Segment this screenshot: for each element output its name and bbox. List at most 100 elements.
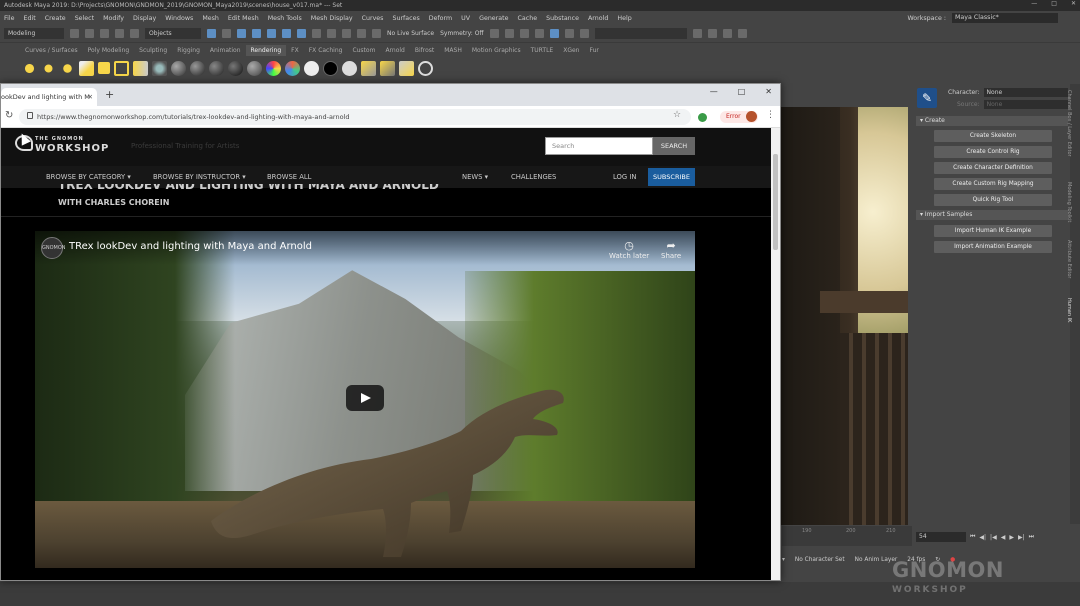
create-skeleton-button[interactable]: Create Skeleton xyxy=(934,130,1052,142)
site-search-input[interactable]: Search xyxy=(545,137,653,155)
anisotropic-material-icon[interactable] xyxy=(247,60,262,76)
menu-surfaces[interactable]: Surfaces xyxy=(392,15,419,22)
shelf-tab-poly-modeling[interactable]: Poly Modeling xyxy=(83,45,135,56)
nav-challenges[interactable]: CHALLENGES xyxy=(511,173,556,181)
range-start-field[interactable]: ▾ xyxy=(782,557,785,563)
command-field[interactable] xyxy=(594,28,687,39)
browser-minimize-icon[interactable]: — xyxy=(710,87,718,96)
lock-icon[interactable] xyxy=(27,112,33,119)
new-scene-icon[interactable] xyxy=(70,29,79,38)
site-search-button[interactable]: SEARCH xyxy=(653,137,695,155)
menu-edit-mesh[interactable]: Edit Mesh xyxy=(228,15,259,22)
shelf-tab-motion-graphics[interactable]: Motion Graphics xyxy=(467,45,526,56)
shelf-tab-fx[interactable]: FX xyxy=(286,45,304,56)
menu-cache[interactable]: Cache xyxy=(517,15,537,22)
side-tab-human-ik[interactable]: Human IK xyxy=(1066,298,1072,322)
construction-history-icon[interactable] xyxy=(372,29,381,38)
go-to-start-icon[interactable]: ⏮ xyxy=(970,533,975,541)
play-forward-icon[interactable]: ▶ xyxy=(1009,534,1014,541)
shelf-tab-bifrost[interactable]: Bifrost xyxy=(410,45,439,56)
modeling-toolkit-icon[interactable] xyxy=(692,29,702,38)
nav-browse-by-category[interactable]: BROWSE BY CATEGORY ▾ xyxy=(46,173,131,181)
phong-material-icon[interactable] xyxy=(209,60,224,76)
time-slider[interactable]: 190 200 210 xyxy=(782,526,912,546)
shelf-tab-fx-caching[interactable]: FX Caching xyxy=(304,45,348,56)
maya-viewport[interactable] xyxy=(780,107,908,525)
history-icon[interactable] xyxy=(327,29,336,38)
watch-later-button[interactable]: ◷ Watch later xyxy=(609,239,649,260)
hik-section-import[interactable]: ▾ Import Samples xyxy=(916,210,1068,220)
spot-light-icon[interactable] xyxy=(79,60,94,76)
camera-aim-icon[interactable] xyxy=(152,60,167,76)
import-animation-example-button[interactable]: Import Animation Example xyxy=(934,241,1052,253)
symmetry-label[interactable]: Symmetry: Off xyxy=(440,30,483,37)
maximize-icon[interactable]: □ xyxy=(1051,0,1057,7)
menu-arnold[interactable]: Arnold xyxy=(588,15,608,22)
render-current-frame-icon[interactable] xyxy=(361,60,376,76)
output-ops-icon[interactable] xyxy=(357,29,366,38)
side-tab-modeling-toolkit[interactable]: Modeling Toolkit xyxy=(1066,182,1072,222)
directional-light-icon[interactable] xyxy=(41,60,56,76)
address-bar[interactable]: https://www.thegnomonworkshop.com/tutori… xyxy=(19,109,691,125)
tab-close-icon[interactable]: ✕ xyxy=(88,88,93,106)
menu-generate[interactable]: Generate xyxy=(479,15,508,22)
menu-mesh-tools[interactable]: Mesh Tools xyxy=(268,15,302,22)
render-view-icon[interactable] xyxy=(549,29,559,38)
nav-log-in[interactable]: LOG IN xyxy=(613,173,636,181)
shelf-tab-custom[interactable]: Custom xyxy=(347,45,380,56)
nav-browse-by-instructor[interactable]: BROWSE BY INSTRUCTOR ▾ xyxy=(153,173,246,181)
play-button[interactable] xyxy=(346,385,384,411)
tool-settings-icon[interactable] xyxy=(722,29,732,38)
save-scene-icon[interactable] xyxy=(100,29,109,38)
video-channel-avatar[interactable]: GNOMON xyxy=(41,237,66,259)
shelf-tab-sculpting[interactable]: Sculpting xyxy=(134,45,172,56)
input-ops-icon[interactable] xyxy=(342,29,351,38)
live-surface-label[interactable]: No Live Surface xyxy=(387,30,434,37)
new-tab-icon[interactable]: + xyxy=(105,88,114,101)
browser-tab[interactable]: ookDev and lighting with M ✕ xyxy=(1,88,97,106)
shelf-tab-xgen[interactable]: XGen xyxy=(558,45,584,56)
ipr-render-shelf-icon[interactable] xyxy=(380,60,395,76)
scrollbar-thumb[interactable] xyxy=(773,154,778,250)
ipr-render-icon[interactable] xyxy=(504,29,514,38)
undo-icon[interactable] xyxy=(115,29,124,38)
blinn-material-icon[interactable] xyxy=(171,60,186,76)
snap-point-icon[interactable] xyxy=(267,29,276,38)
redo-icon[interactable] xyxy=(130,29,139,38)
arnold-render-icon[interactable] xyxy=(564,29,574,38)
hik-source-dropdown[interactable]: None xyxy=(983,100,1068,109)
create-character-definition-button[interactable]: Create Character Definition xyxy=(934,162,1052,174)
lambert-material-icon[interactable] xyxy=(190,60,205,76)
snap-grid-icon[interactable] xyxy=(237,29,246,38)
menu-edit[interactable]: Edit xyxy=(24,15,36,22)
shelf-tab-rigging[interactable]: Rigging xyxy=(172,45,205,56)
menu-help[interactable]: Help xyxy=(617,15,631,22)
menu-file[interactable]: File xyxy=(4,15,15,22)
snap-surface-icon[interactable] xyxy=(297,29,306,38)
shelf-tab-curves-surfaces[interactable]: Curves / Surfaces xyxy=(20,45,83,56)
ambient-light-icon[interactable] xyxy=(22,60,37,76)
no-anim-layer-dropdown[interactable]: No Anim Layer xyxy=(855,557,898,563)
hypershade-icon[interactable] xyxy=(534,29,544,38)
surface-shader-icon[interactable] xyxy=(304,60,319,76)
step-back-key-icon[interactable]: ◀| xyxy=(979,534,986,541)
video-player[interactable]: GNOMON TRex lookDev and lighting with Ma… xyxy=(35,231,695,568)
page-scrollbar[interactable] xyxy=(771,128,780,580)
snap-curve-icon[interactable] xyxy=(252,29,261,38)
hik-character-dropdown[interactable]: None xyxy=(983,88,1068,97)
shelf-tab-mash[interactable]: MASH xyxy=(439,45,467,56)
browser-menu-icon[interactable]: ⋮ xyxy=(766,110,775,120)
shading-map-icon[interactable] xyxy=(342,60,357,76)
camera-icon[interactable] xyxy=(133,60,148,76)
point-light-icon[interactable] xyxy=(60,60,75,76)
share-button[interactable]: ➦ Share xyxy=(661,239,681,260)
render-frame-icon[interactable] xyxy=(489,29,499,38)
select-hierarchy-icon[interactable] xyxy=(207,29,216,38)
shelf-tab-rendering[interactable]: Rendering xyxy=(245,45,287,56)
menu-uv[interactable]: UV xyxy=(461,15,470,22)
area-light-icon[interactable] xyxy=(98,62,110,74)
menu-substance[interactable]: Substance xyxy=(546,15,579,22)
menu-display[interactable]: Display xyxy=(133,15,156,22)
extension-icon[interactable] xyxy=(698,113,707,122)
channel-box-icon[interactable] xyxy=(737,29,747,38)
